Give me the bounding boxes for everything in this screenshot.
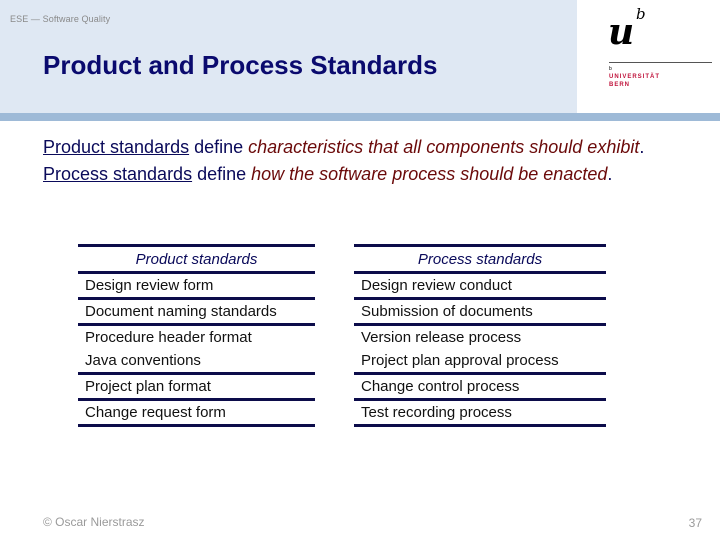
table-cell: Submission of documents — [354, 298, 606, 326]
slide-title: Product and Process Standards — [43, 50, 438, 80]
process-standards-table: Process standards Design review conduct … — [354, 244, 606, 427]
logo-university-text: UNIVERSITÄT — [609, 74, 661, 80]
logo-city-text: BERN — [609, 82, 631, 88]
column-header: Process standards — [354, 244, 606, 274]
table-cell: Document naming standards — [78, 298, 315, 326]
table-cell: Version release process — [361, 329, 522, 346]
table-row: Project plan approval process — [354, 349, 606, 375]
table-header-row: Product standards — [78, 244, 315, 274]
term-process-standards: Process standards — [43, 164, 193, 184]
table-cell: Design review form — [78, 272, 315, 300]
definition-product: Product standards define characteristics… — [43, 138, 683, 157]
table-cell: Design review conduct — [354, 272, 606, 300]
logo-b-glyph: b — [636, 5, 646, 23]
slide-body: Product standards define characteristics… — [43, 138, 683, 192]
definition-process: Process standards define how the softwar… — [43, 165, 683, 184]
definition-end: . — [639, 137, 645, 157]
logo-rule — [609, 62, 712, 63]
table-row: Design review conduct — [354, 272, 606, 300]
table-header-row: Process standards — [354, 244, 606, 274]
table-row: Document naming standards — [78, 298, 315, 326]
definition-emphasis: how the software process should be enact… — [251, 164, 608, 184]
table-row: Version release process — [354, 325, 606, 350]
definition-end: . — [607, 164, 613, 184]
definition-verb: define — [189, 137, 249, 157]
logo-u-glyph: u — [608, 11, 635, 53]
page-number: 37 — [688, 516, 702, 530]
course-label: ESE — Software Quality — [10, 14, 111, 24]
table-row: Design review form — [78, 272, 315, 300]
table-row: Procedure header format — [78, 325, 315, 350]
table-cell: Change request form — [78, 399, 315, 427]
table-cell: Procedure header format — [85, 329, 252, 346]
logo-small-b: b — [609, 66, 612, 72]
table-cell: Change control process — [354, 373, 606, 401]
table-row: Change control process — [354, 373, 606, 401]
table-row: Submission of documents — [354, 298, 606, 326]
table-row: Java conventions — [78, 349, 315, 375]
table-row: Test recording process — [354, 399, 606, 427]
table-cell: Java conventions — [78, 349, 315, 375]
table-cell: Project plan format — [78, 373, 315, 401]
term-product-standards: Product standards — [43, 137, 190, 157]
footer-author: © Oscar Nierstrasz — [43, 515, 145, 529]
header-strip — [0, 113, 720, 121]
table-row: Project plan format — [78, 373, 315, 401]
table-cell: Test recording process — [354, 399, 606, 427]
column-header: Product standards — [78, 244, 315, 274]
table-row: Change request form — [78, 399, 315, 427]
table-cell: Project plan approval process — [354, 349, 606, 375]
logo-area — [577, 0, 720, 113]
product-standards-table: Product standards Design review form Doc… — [78, 244, 315, 427]
definition-verb: define — [192, 164, 252, 184]
definition-emphasis: characteristics that all components shou… — [248, 137, 640, 157]
